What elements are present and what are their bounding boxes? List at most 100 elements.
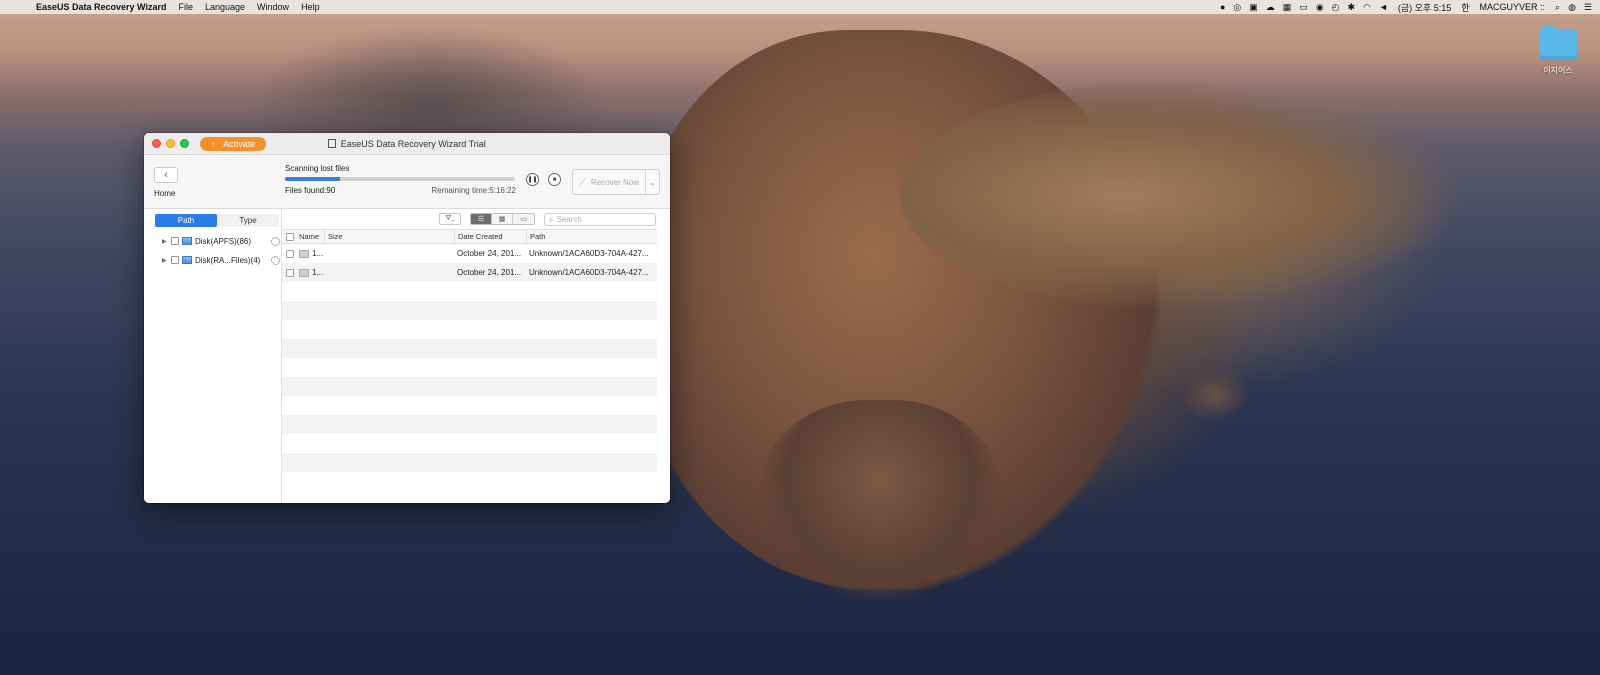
wallpaper-cliff: [760, 400, 1000, 600]
table-header: Name Size Date Created Path: [282, 229, 657, 244]
column-header-date[interactable]: Date Created: [454, 230, 526, 243]
list-view-button[interactable]: ☰: [471, 214, 492, 224]
empty-row: [282, 377, 657, 396]
empty-row: [282, 358, 657, 377]
row-name: 1...: [312, 249, 324, 258]
wifi-icon[interactable]: ◠: [1363, 2, 1371, 13]
window-controls: [152, 139, 194, 148]
pause-icon: ❚❚: [527, 177, 538, 183]
recover-now-label: Recover Now: [591, 177, 640, 187]
folder-icon: [1539, 26, 1577, 60]
empty-row: [282, 434, 657, 453]
toolbar: ‹ Home Scanning lost files Files found:9…: [144, 155, 670, 209]
column-header-path[interactable]: Path: [526, 230, 657, 243]
row-date: October 24, 201...: [457, 268, 522, 277]
files-found-count: Files found:90: [285, 186, 336, 195]
display-icon[interactable]: ▭: [1299, 2, 1308, 13]
dark-circle-icon[interactable]: ◉: [1316, 2, 1324, 13]
app-badge-icon[interactable]: ▣: [1249, 2, 1258, 13]
volume-icon[interactable]: ◄: [1379, 2, 1388, 12]
stop-scan-button[interactable]: ■: [548, 173, 561, 186]
spotlight-search-icon[interactable]: ⌕: [1555, 2, 1560, 13]
disclosure-triangle-icon[interactable]: ▶: [162, 257, 168, 264]
empty-row: [282, 320, 657, 339]
select-all-checkbox[interactable]: [285, 232, 294, 241]
search-box[interactable]: ⌕: [544, 213, 656, 226]
list-toolbar: ⛛⌄ ☰ ▦ ▭ ⌕: [282, 209, 670, 229]
recover-dropdown-button[interactable]: ⌄: [645, 170, 659, 194]
row-checkbox[interactable]: [285, 268, 294, 277]
remaining-time: Remaining time:5:16:22: [431, 186, 517, 195]
grid-icon[interactable]: ▦: [1283, 2, 1292, 13]
table-row[interactable]: 1... October 24, 201... Unknown/1ACA60D3…: [282, 244, 657, 263]
creative-cloud-icon[interactable]: ◎: [1233, 2, 1241, 13]
menu-language[interactable]: Language: [205, 2, 245, 12]
wallpaper-rock: [1180, 370, 1250, 420]
view-mode-tabs: Path Type: [155, 214, 279, 227]
chat-icon[interactable]: ●: [1220, 2, 1225, 12]
empty-row: [282, 282, 657, 301]
loading-spinner-icon: [271, 236, 280, 246]
cloud-icon[interactable]: ☁: [1266, 2, 1275, 13]
tree-item-checkbox[interactable]: [171, 237, 179, 245]
row-path: Unknown/1ACA60D3-704A-427...: [529, 249, 649, 258]
close-window-button[interactable]: [152, 139, 161, 148]
tree-item-disk-apfs[interactable]: ▶ Disk(APFS)(86): [162, 235, 280, 247]
tree-pane: Path Type ▶ Disk(APFS)(86) ▶ Disk(RA...F…: [144, 209, 282, 503]
disclosure-triangle-icon[interactable]: ▶: [162, 238, 168, 245]
menu-help[interactable]: Help: [301, 2, 320, 12]
empty-row: [282, 301, 657, 320]
zoom-window-button[interactable]: [180, 139, 189, 148]
tree-item-label: Disk(RA...Files)(4): [195, 255, 261, 265]
siri-icon[interactable]: ◍: [1568, 2, 1576, 13]
file-list-pane: ⛛⌄ ☰ ▦ ▭ ⌕ Name Size Date Created: [282, 209, 670, 503]
menu-window[interactable]: Window: [257, 2, 289, 12]
stop-icon: ■: [552, 176, 557, 183]
disk-icon: [182, 256, 192, 264]
tree-item-checkbox[interactable]: [171, 256, 179, 264]
file-table: Name Size Date Created Path 1... October…: [282, 229, 657, 472]
arrow-up-icon: ↑: [210, 138, 216, 149]
folder-icon: [299, 249, 309, 258]
menu-file[interactable]: File: [178, 2, 193, 12]
home-back-button[interactable]: ‹: [154, 167, 178, 183]
folder-icon: [299, 268, 309, 277]
recover-icon: ⟋: [579, 176, 587, 188]
empty-row: [282, 453, 657, 472]
tree-item-disk-raw[interactable]: ▶ Disk(RA...Files)(4): [162, 254, 280, 266]
row-checkbox-cell: [282, 249, 297, 258]
document-icon: [328, 138, 337, 148]
title-bar[interactable]: ↑ Activate EaseUS Data Recovery Wizard T…: [144, 133, 670, 155]
menubar-user[interactable]: MACGUYVER ::: [1480, 2, 1546, 12]
row-checkbox[interactable]: [285, 249, 294, 258]
menubar-clock[interactable]: (금) 오후 5:15: [1398, 1, 1451, 14]
time-machine-icon[interactable]: ◴: [1332, 2, 1340, 13]
preview-view-button[interactable]: ▭: [513, 214, 534, 224]
bluetooth-icon[interactable]: ✱: [1348, 2, 1356, 13]
empty-row: [282, 415, 657, 434]
row-name-cell: 1...: [297, 249, 454, 258]
app-menu[interactable]: EaseUS Data Recovery Wizard: [36, 2, 166, 12]
menu-bar: EaseUS Data Recovery Wizard File Languag…: [0, 0, 1600, 14]
tab-type[interactable]: Type: [217, 214, 279, 227]
search-input[interactable]: [556, 215, 647, 224]
tab-path[interactable]: Path: [155, 214, 217, 227]
scan-progress-bar: [285, 177, 515, 181]
notification-center-icon[interactable]: ☰: [1584, 2, 1592, 13]
row-date: October 24, 201...: [457, 249, 522, 258]
recover-now-button[interactable]: ⟋ Recover Now ⌄: [572, 169, 660, 195]
empty-row: [282, 339, 657, 358]
column-header-size[interactable]: Size: [324, 230, 454, 243]
filter-button[interactable]: ⛛⌄: [439, 213, 461, 225]
column-header-name[interactable]: Name: [297, 232, 324, 241]
minimize-window-button[interactable]: [166, 139, 175, 148]
grid-view-button[interactable]: ▦: [492, 214, 513, 224]
desktop-folder[interactable]: 이지어스: [1536, 26, 1580, 76]
empty-row: [282, 396, 657, 415]
pause-scan-button[interactable]: ❚❚: [526, 173, 539, 186]
input-source-icon[interactable]: 한: [1461, 1, 1469, 14]
activate-button[interactable]: ↑ Activate: [200, 136, 266, 151]
table-row[interactable]: 1... October 24, 201... Unknown/1ACA60D3…: [282, 263, 657, 282]
row-name-cell: 1...: [297, 268, 454, 277]
row-checkbox-cell: [282, 268, 297, 277]
